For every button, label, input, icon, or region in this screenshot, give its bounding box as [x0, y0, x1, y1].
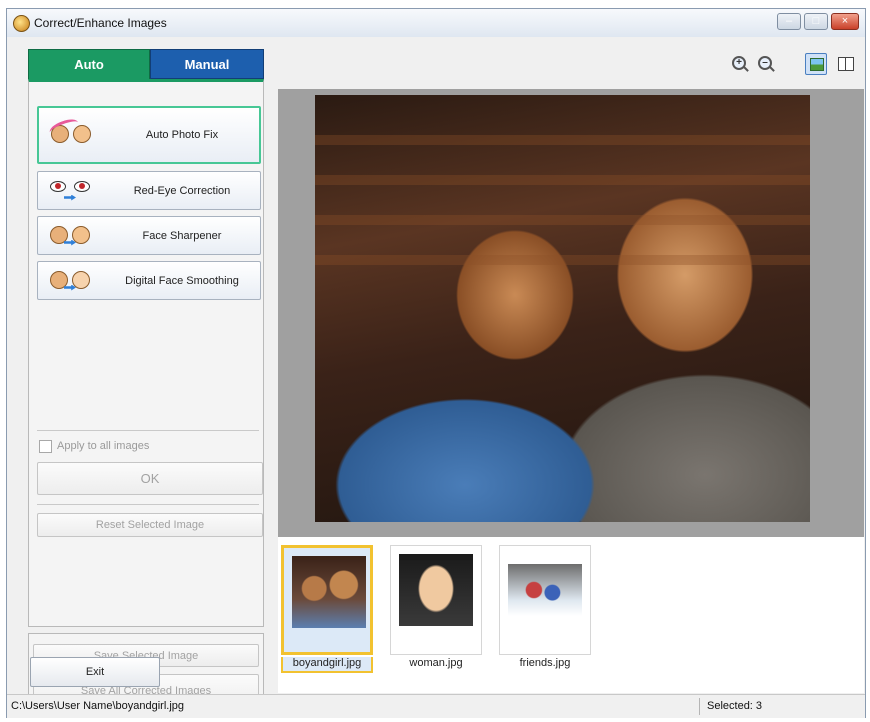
- zoom-in-icon: +: [732, 56, 746, 70]
- face-smoothing-icon: [48, 267, 94, 295]
- thumbnail-woman[interactable]: [390, 545, 482, 655]
- window-title: Correct/Enhance Images: [34, 16, 167, 30]
- thumbnail-boyandgirl[interactable]: [281, 545, 373, 655]
- minimize-button[interactable]: –: [777, 13, 801, 30]
- red-eye-correction-label: Red-Eye Correction: [133, 184, 231, 197]
- compare-icon: [838, 57, 854, 71]
- digital-face-smoothing-button[interactable]: Digital Face Smoothing: [37, 261, 261, 300]
- status-bar: C:\Users\User Name\boyandgirl.jpg Select…: [7, 694, 865, 718]
- exit-button[interactable]: Exit: [30, 657, 160, 687]
- face-sharpener-button[interactable]: Face Sharpener: [37, 216, 261, 255]
- thumbnail-image: [292, 556, 366, 628]
- auto-photo-fix-button[interactable]: Auto Photo Fix: [37, 106, 261, 164]
- ok-button[interactable]: OK: [37, 462, 263, 495]
- image-preview-area: [278, 89, 864, 537]
- reset-selected-image-button[interactable]: Reset Selected Image: [37, 513, 263, 537]
- zoom-in-button[interactable]: +: [729, 53, 751, 75]
- tab-manual[interactable]: Manual: [150, 49, 264, 79]
- thumbnail-image: [508, 564, 582, 616]
- close-icon: ×: [841, 15, 849, 27]
- apply-all-checkbox[interactable]: [39, 440, 52, 453]
- selected-count: Selected: 3: [707, 700, 763, 712]
- thumbnail-strip: boyandgirl.jpg woman.jpg friends.jpg: [278, 537, 864, 693]
- full-image-icon: [810, 58, 824, 71]
- maximize-icon: □: [812, 15, 820, 27]
- thumbnail-label: boyandgirl.jpg: [281, 657, 373, 673]
- file-path: C:\Users\User Name\boyandgirl.jpg: [11, 700, 185, 712]
- maximize-button[interactable]: □: [804, 13, 828, 30]
- red-eye-icon: [48, 177, 94, 205]
- thumbnail-label: friends.jpg: [519, 657, 571, 669]
- digital-face-smoothing-label: Digital Face Smoothing: [125, 274, 239, 287]
- thumbnail-label: woman.jpg: [409, 657, 463, 669]
- apply-all-label: Apply to all images: [57, 440, 150, 452]
- preview-photo: [315, 95, 810, 522]
- full-image-button[interactable]: [805, 53, 827, 75]
- close-button[interactable]: ×: [831, 13, 859, 30]
- minimize-icon: –: [785, 15, 793, 27]
- thumbnail-image: [399, 554, 473, 626]
- auto-photo-fix-label: Auto Photo Fix: [145, 129, 219, 141]
- title-bar: Correct/Enhance Images – □ ×: [7, 9, 865, 38]
- tab-auto[interactable]: Auto: [28, 49, 150, 79]
- auto-tab-panel: Auto Photo Fix Red-Eye Correction Face S…: [28, 79, 264, 627]
- thumbnail-friends[interactable]: [499, 545, 591, 655]
- compare-button[interactable]: [835, 53, 857, 75]
- zoom-out-icon: –: [758, 56, 772, 70]
- preview-toolbar: + –: [271, 37, 865, 85]
- face-sharpener-icon: [48, 222, 94, 250]
- correct-enhance-window: Correct/Enhance Images – □ × Auto Manual…: [6, 8, 866, 718]
- status-divider: [699, 698, 700, 715]
- face-sharpener-label: Face Sharpener: [142, 229, 222, 242]
- zoom-out-button[interactable]: –: [755, 53, 777, 75]
- divider: [37, 504, 259, 505]
- red-eye-correction-button[interactable]: Red-Eye Correction: [37, 171, 261, 210]
- app-icon: [13, 15, 30, 32]
- auto-photo-fix-icon: [47, 116, 95, 149]
- divider: [37, 430, 259, 431]
- left-panel: Auto Manual Auto Photo Fix Red-Eye Corre…: [7, 37, 271, 717]
